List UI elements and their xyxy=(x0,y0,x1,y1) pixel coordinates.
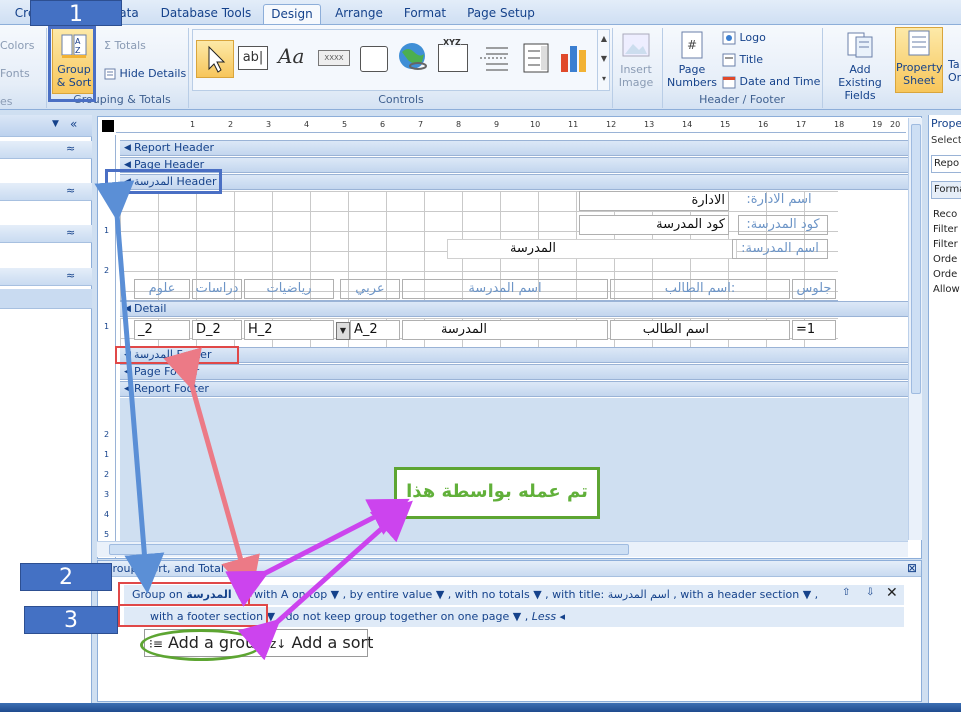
pink-arrow xyxy=(163,347,260,598)
purple-arrow-2 xyxy=(237,500,413,661)
annotation-arrows xyxy=(94,180,413,661)
blue-arrow xyxy=(94,180,165,594)
purple-arrow-1 xyxy=(225,498,410,607)
